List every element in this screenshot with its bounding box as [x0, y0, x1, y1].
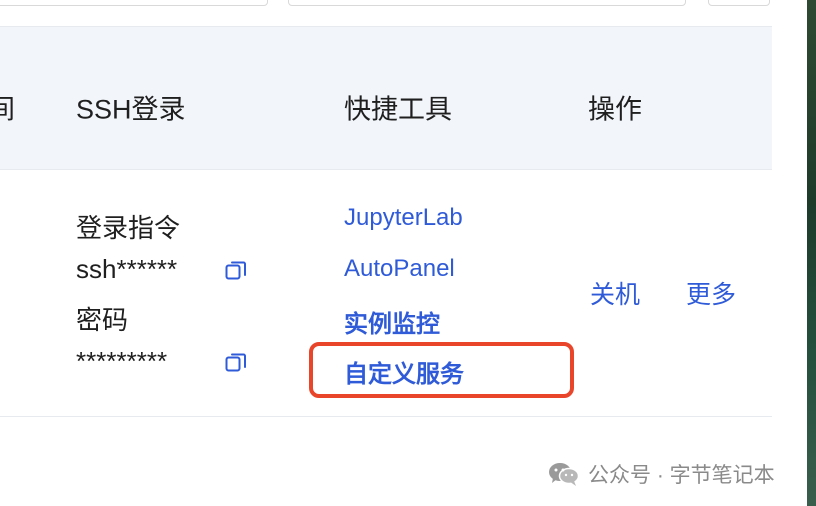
password-value: *********: [76, 346, 168, 376]
shutdown-button[interactable]: 关机: [590, 275, 640, 311]
custom-service-highlight: [309, 342, 574, 398]
column-header-truncated: 间: [0, 94, 15, 125]
watermark-text: 公众号 · 字节笔记本: [588, 464, 775, 487]
autopanel-link[interactable]: AutoPanel: [344, 255, 455, 283]
filter-input[interactable]: [0, 0, 268, 6]
jupyterlab-link[interactable]: JupyterLab: [344, 204, 463, 232]
instance-list-page: 间 SSH登录 快捷工具 操作 登录指令 ssh****** 密码 ******…: [0, 0, 816, 506]
column-header-quick-tools: 快捷工具: [344, 94, 452, 125]
filter-button[interactable]: [708, 0, 770, 6]
more-button[interactable]: 更多: [686, 275, 736, 311]
login-command-label: 登录指令: [76, 213, 181, 243]
table-header: 间 SSH登录 快捷工具 操作: [0, 26, 772, 170]
copy-login-command-icon[interactable]: [224, 258, 248, 282]
wechat-icon: [549, 463, 580, 486]
password-label: 密码: [76, 305, 129, 335]
instance-monitor-link[interactable]: 实例监控: [344, 304, 440, 339]
column-header-actions: 操作: [588, 94, 642, 125]
row-divider: [0, 416, 772, 417]
copy-password-icon[interactable]: [224, 350, 248, 374]
watermark: 公众号 · 字节笔记本: [548, 460, 775, 488]
search-input[interactable]: [288, 0, 686, 6]
column-header-ssh-login: SSH登录: [76, 94, 186, 125]
background-strip: [807, 0, 816, 506]
login-command-value: ssh******: [76, 254, 178, 284]
